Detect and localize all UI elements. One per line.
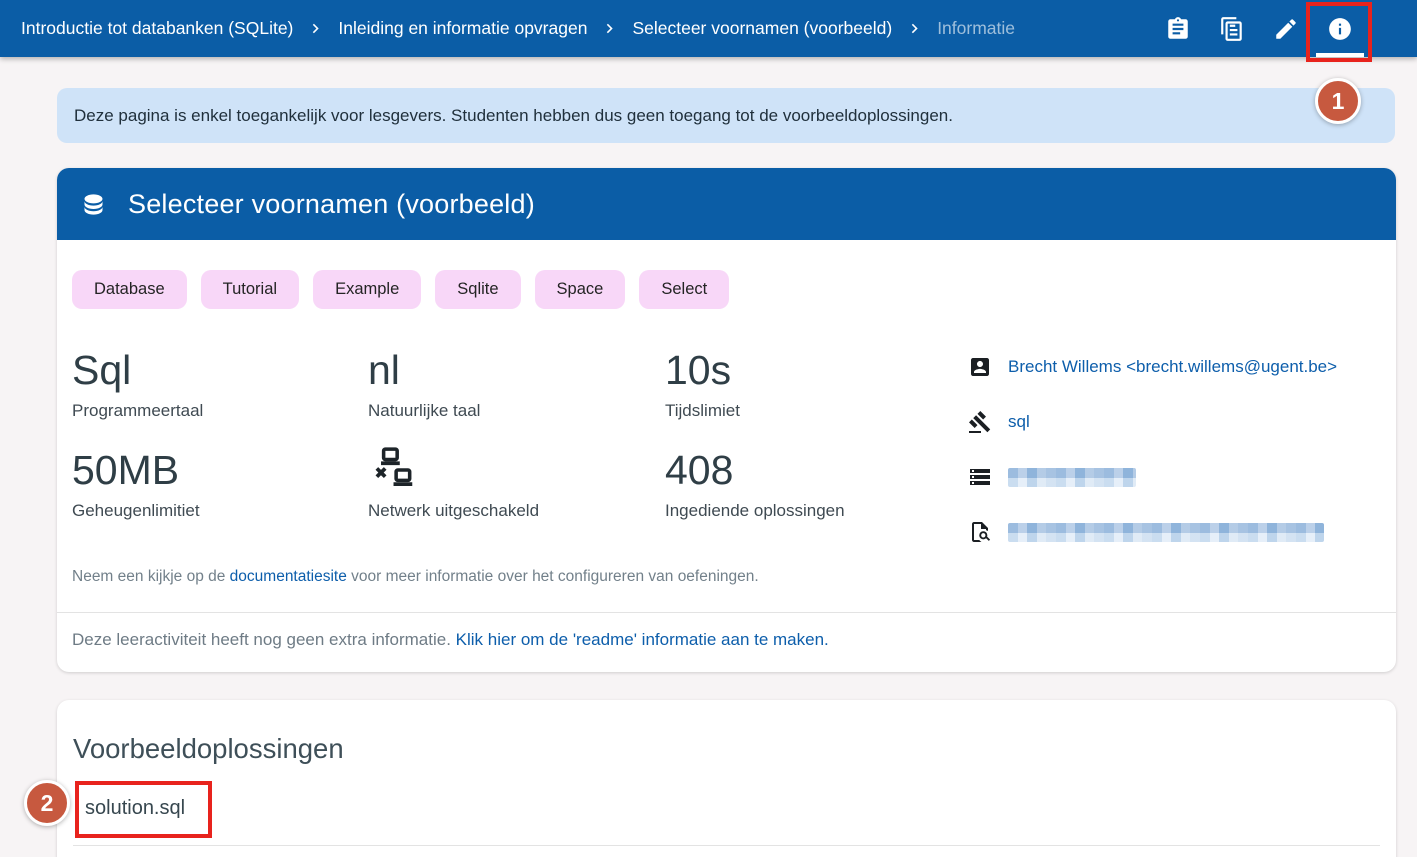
gavel-icon — [968, 410, 992, 434]
stat-value: 408 — [665, 446, 955, 494]
readme-note: Deze leeractiviteit heeft nog geen extra… — [72, 630, 829, 650]
page: Introductie tot databanken (SQLite) Inle… — [0, 0, 1417, 857]
stat-memory-limit: 50MB Geheugenlimitiet — [72, 446, 368, 546]
readme-note-text: Deze leeractiviteit heeft nog geen extra… — [72, 630, 456, 649]
repository-icon — [968, 465, 992, 489]
solutions-title: Voorbeeldoplossingen — [73, 733, 344, 765]
doc-note-before: Neem een kijkje op de — [72, 568, 230, 585]
label-chip[interactable]: Database — [72, 270, 187, 309]
chevron-right-icon — [306, 19, 325, 38]
judge-link[interactable]: sql — [1008, 412, 1030, 432]
card-divider — [57, 612, 1396, 613]
chevron-right-icon — [600, 19, 619, 38]
breadcrumb-course[interactable]: Introductie tot databanken (SQLite) — [21, 18, 293, 39]
database-icon — [80, 191, 107, 218]
meta-repository-row — [968, 464, 1388, 490]
breadcrumb: Introductie tot databanken (SQLite) Inle… — [21, 18, 1015, 39]
top-navigation-bar: Introductie tot databanken (SQLite) Inle… — [0, 0, 1417, 57]
documentation-link[interactable]: documentatiesite — [230, 568, 347, 585]
label-chip[interactable]: Tutorial — [201, 270, 299, 309]
stat-label: Natuurlijke taal — [368, 401, 665, 421]
stat-value: nl — [368, 346, 665, 394]
stat-label: Netwerk uitgeschakeld — [368, 501, 665, 521]
exercise-title: Selecteer voornamen (voorbeeld) — [128, 189, 535, 220]
assignment-icon[interactable] — [1151, 0, 1205, 57]
create-readme-link[interactable]: Klik hier om de 'readme' informatie aan … — [456, 630, 829, 649]
label-chip[interactable]: Select — [639, 270, 729, 309]
documentation-note: Neem een kijkje op de documentatiesite v… — [72, 568, 759, 586]
person-icon — [968, 355, 992, 379]
solutions-card: Voorbeeldoplossingen solution.sql — [57, 700, 1396, 857]
stat-label: Programmeertaal — [72, 401, 368, 421]
stat-programming-language: Sql Programmeertaal — [72, 346, 368, 446]
edit-icon[interactable] — [1259, 0, 1313, 57]
label-chips: Database Tutorial Example Sqlite Space S… — [72, 270, 729, 309]
author-link[interactable]: Brecht Willems <brecht.willems@ugent.be> — [1008, 357, 1337, 377]
step-badge-1: 1 — [1315, 78, 1361, 124]
file-search-icon — [968, 520, 992, 544]
breadcrumb-series[interactable]: Inleiding en informatie opvragen — [338, 18, 587, 39]
step-badge-2: 2 — [24, 780, 70, 826]
stat-label: Geheugenlimitiet — [72, 501, 368, 521]
meta-author-row: Brecht Willems <brecht.willems@ugent.be> — [968, 354, 1388, 380]
exercise-info-card: Selecteer voornamen (voorbeeld) Database… — [57, 168, 1396, 672]
label-chip[interactable]: Sqlite — [435, 270, 520, 309]
exercise-meta-list: Brecht Willems <brecht.willems@ugent.be>… — [968, 354, 1388, 574]
alert-text: Deze pagina is enkel toegankelijk voor l… — [74, 106, 953, 126]
redacted-repository-link[interactable] — [1008, 468, 1136, 487]
label-chip[interactable]: Example — [313, 270, 421, 309]
solutions-divider — [73, 845, 1380, 846]
chevron-right-icon — [905, 19, 924, 38]
meta-config-row — [968, 519, 1388, 545]
topbar-actions — [1151, 0, 1367, 57]
stat-time-limit: 10s Tijdslimiet — [665, 346, 955, 446]
label-chip[interactable]: Space — [535, 270, 626, 309]
stat-natural-language: nl Natuurlijke taal — [368, 346, 665, 446]
breadcrumb-current-page: Informatie — [937, 18, 1015, 39]
stat-submissions: 408 Ingediende oplossingen — [665, 446, 955, 546]
exercise-card-header: Selecteer voornamen (voorbeeld) — [57, 168, 1396, 240]
network-disabled-icon — [368, 446, 665, 494]
copy-icon[interactable] — [1205, 0, 1259, 57]
stat-value: 50MB — [72, 446, 368, 494]
stat-label: Ingediende oplossingen — [665, 501, 955, 521]
exercise-stats: Sql Programmeertaal nl Natuurlijke taal … — [72, 346, 955, 546]
doc-note-after: voor meer informatie over het configurer… — [347, 568, 759, 585]
stat-network-disabled: Netwerk uitgeschakeld — [368, 446, 665, 546]
breadcrumb-exercise[interactable]: Selecteer voornamen (voorbeeld) — [632, 18, 892, 39]
stat-label: Tijdslimiet — [665, 401, 955, 421]
teacher-only-alert: Deze pagina is enkel toegankelijk voor l… — [57, 88, 1395, 143]
stat-value: 10s — [665, 346, 955, 394]
info-icon[interactable] — [1313, 0, 1367, 57]
redacted-config-link[interactable] — [1008, 523, 1324, 542]
meta-judge-row: sql — [968, 409, 1388, 435]
stat-value: Sql — [72, 346, 368, 394]
solution-file-tab[interactable]: solution.sql — [85, 797, 185, 820]
